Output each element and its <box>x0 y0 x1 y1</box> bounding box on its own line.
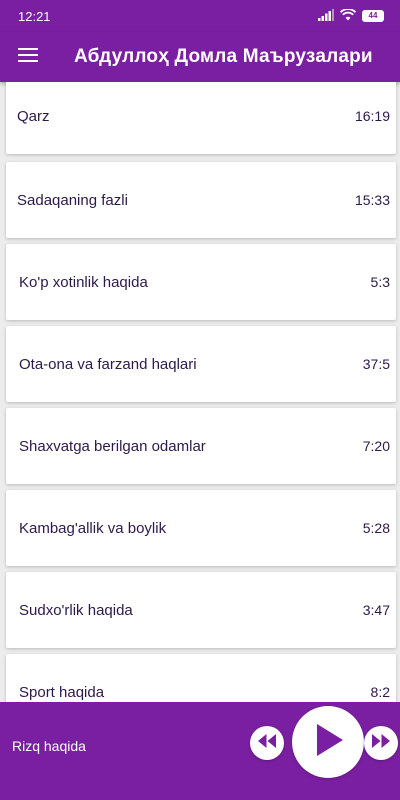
rewind-button[interactable] <box>250 726 284 760</box>
list-item[interactable]: Ota-ona va farzand haqlari 37:5 <box>6 326 396 402</box>
list-item-title: Sadaqaning fazli <box>17 191 128 209</box>
menu-button[interactable] <box>0 32 56 82</box>
list-item-duration: 5:3 <box>370 274 390 290</box>
status-bar: 12:21 44 <box>0 0 400 32</box>
app-bar: Абдуллоҳ Домла Маърузалари <box>0 32 400 82</box>
page-title: Абдуллоҳ Домла Маърузалари <box>74 46 373 67</box>
list-item-duration: 16:19 <box>354 108 390 124</box>
current-track-title: Rizq haqida <box>12 738 86 754</box>
list-item-duration: 37:5 <box>362 356 390 372</box>
battery-icon: 44 <box>362 10 384 22</box>
fast-forward-icon <box>369 733 393 754</box>
status-icons: 44 <box>318 7 384 24</box>
list-item-duration: 7:20 <box>362 438 390 454</box>
list-item-title: Kambag'allik va boylik <box>19 519 167 537</box>
list-item-title: Sport haqida <box>19 683 105 701</box>
list-item[interactable]: Ko'p xotinlik haqida 5:3 <box>6 244 396 320</box>
list-item-title: Ota-ona va farzand haqlari <box>19 355 197 373</box>
fast-forward-button[interactable] <box>364 726 398 760</box>
list-item-duration: 5:28 <box>362 520 390 536</box>
list-item-title: Sudxo'rlik haqida <box>19 601 133 619</box>
list-item[interactable]: Sadaqaning fazli 15:33 <box>6 162 396 238</box>
list-item-duration: 15:33 <box>354 192 390 208</box>
lecture-list[interactable]: Qarz 16:19 Sadaqaning fazli 15:33 Ko'p x… <box>0 82 400 702</box>
wifi-icon <box>339 7 357 24</box>
list-item[interactable]: Qarz 16:19 <box>6 82 396 154</box>
list-item[interactable]: Sport haqida 8:2 <box>6 654 396 702</box>
list-item-title: Shaxvatga berilgan odamlar <box>19 437 206 455</box>
status-time: 12:21 <box>18 8 51 24</box>
list-item-title: Qarz <box>17 107 50 125</box>
hamburger-menu-icon <box>18 47 38 68</box>
list-item[interactable]: Sudxo'rlik haqida 3:47 <box>6 572 396 648</box>
play-button[interactable] <box>292 706 364 778</box>
list-item-duration: 8:2 <box>370 684 390 700</box>
list-item[interactable]: Shaxvatga berilgan odamlar 7:20 <box>6 408 396 484</box>
list-item-duration: 3:47 <box>362 602 390 618</box>
play-icon <box>311 722 345 763</box>
signal-icon <box>318 8 334 24</box>
list-item[interactable]: Kambag'allik va boylik 5:28 <box>6 490 396 566</box>
player-bar: Rizq haqida <box>0 702 400 800</box>
list-item-title: Ko'p xotinlik haqida <box>19 273 148 291</box>
rewind-icon <box>255 733 279 754</box>
